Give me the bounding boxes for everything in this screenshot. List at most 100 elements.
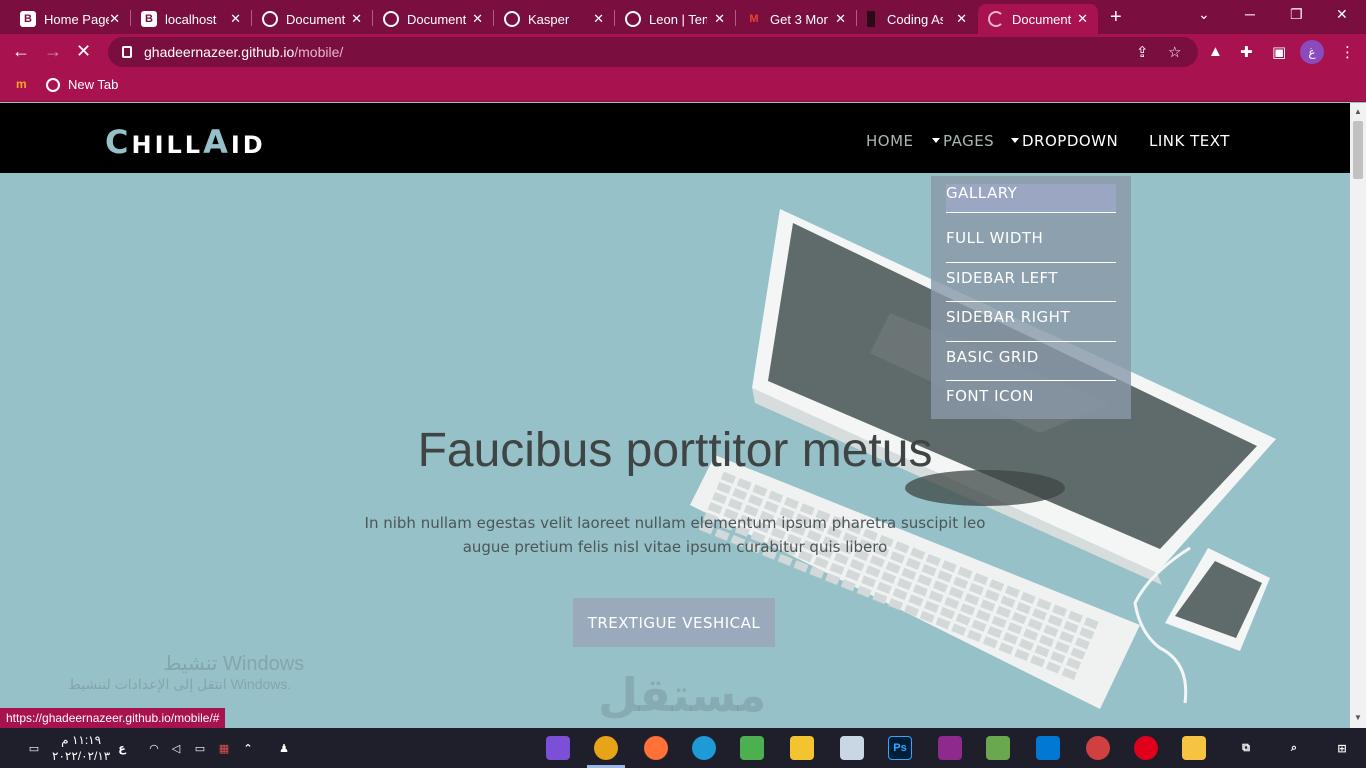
dropdown-item-full-width[interactable]: FULL WIDTH [946,223,1116,263]
volume-icon[interactable]: ◁ [164,736,188,760]
battery-icon[interactable]: ▭ [188,736,212,760]
network-error-icon[interactable]: ▦ [212,736,236,760]
tab-leon[interactable]: Leon | Template ✕ [615,4,735,34]
tab-title: Document [407,11,467,27]
nav-home[interactable]: HOME [866,132,914,150]
web-page: CHILLAID HOME PAGES DROPDOWN LINK TEXT G… [0,103,1350,728]
new-tab-button[interactable]: + [1110,6,1122,29]
side-panel-icon[interactable]: ▣ [1272,43,1286,61]
app-icon-2[interactable] [1086,736,1110,760]
tab-kasper[interactable]: Kasper ✕ [494,4,614,34]
share-icon[interactable]: ⇪ [1136,43,1149,61]
globe-icon [262,11,278,27]
photoshop-icon[interactable]: Ps [888,736,912,760]
dropdown-item-sidebar-right[interactable]: SIDEBAR RIGHT [946,302,1116,342]
tab-search-icon[interactable]: ⌄ [1198,6,1210,23]
forward-icon[interactable]: → [44,41,62,62]
close-icon[interactable]: ✕ [835,11,846,27]
language-indicator[interactable]: ع [110,736,134,760]
tab-localhost[interactable]: B localhost ✕ [131,4,251,34]
dropdown-item-basic-grid[interactable]: BASIC GRID [946,342,1116,381]
tab-document-active[interactable]: Document ✕ [978,4,1098,34]
notepad-icon[interactable] [986,736,1010,760]
vscode-icon[interactable] [1036,736,1060,760]
profile-avatar[interactable]: غ [1300,40,1324,64]
edge-icon[interactable] [692,736,716,760]
tab-document-2[interactable]: Document ✕ [373,4,493,34]
tab-home-page[interactable]: B Home Page ✕ [10,4,130,34]
app-icon[interactable] [740,736,764,760]
bootstrap-icon: B [20,11,36,27]
site-logo[interactable]: CHILLAID [105,123,266,161]
close-icon[interactable]: ✕ [714,11,725,27]
brave-icon[interactable]: ▲ [1208,43,1223,60]
nav-link-text[interactable]: LINK TEXT [1149,132,1230,150]
close-icon[interactable]: ✕ [472,11,483,27]
notification-icon[interactable]: ▭ [22,736,46,760]
hero-title: Faucibus porttitor metus [417,424,933,477]
taskbar-clock[interactable]: ١١:١٩ م ٢٠٢٢/٠٢/١٣ [52,732,110,764]
bookmark-new-tab[interactable]: New Tab [46,77,118,92]
search-icon[interactable]: ⌕ [1282,736,1306,760]
close-icon[interactable]: ✕ [1077,11,1088,27]
image-viewer-icon[interactable] [840,736,864,760]
bookmark-star-icon[interactable]: ☆ [1168,43,1181,61]
tab-title: Leon | Template [649,11,707,27]
scrollbar-thumb[interactable] [1353,121,1363,179]
file-explorer-icon[interactable] [1182,736,1206,760]
task-view-icon[interactable]: ⧉ [1234,736,1258,760]
scroll-up-icon[interactable]: ▲ [1354,107,1362,116]
tab-title: Coding Assignment [887,11,943,27]
tab-title: localhost [165,11,217,27]
menu-icon[interactable]: ⋮ [1340,43,1355,61]
tab-title: Document [286,11,346,27]
close-icon[interactable]: ✕ [230,11,241,27]
minimize-icon[interactable]: ─ [1245,6,1255,22]
tab-coding[interactable]: Coding Assignment ✕ [857,4,977,34]
close-icon[interactable]: ✕ [109,11,120,27]
opera-icon[interactable] [1134,736,1158,760]
mostaql-watermark: مستقل [598,668,767,722]
tab-title: Get 3 Months [770,11,828,27]
wifi-icon[interactable]: ◠ [142,736,166,760]
dropdown-item-sidebar-left[interactable]: SIDEBAR LEFT [946,263,1116,302]
address-bar[interactable]: ghadeernazeer.github.io /mobile/ [108,37,1198,67]
winrar-icon[interactable] [938,736,962,760]
close-icon[interactable]: ✕ [956,11,967,27]
globe-icon [383,11,399,27]
show-hidden-icons-chevron[interactable]: ⌃ [236,736,260,760]
close-window-icon[interactable]: ✕ [1336,6,1348,23]
hero-cta-button[interactable]: TREXTIGUE VESHICAL [573,598,775,647]
tab-title: Kasper [528,11,570,27]
people-icon[interactable]: ♟ [272,736,296,760]
bootstrap-icon: B [141,11,157,27]
visual-studio-icon[interactable] [546,736,570,760]
tab-title: Document [1012,11,1072,27]
nav-dropdown[interactable]: DROPDOWN [1011,132,1118,150]
firefox-icon[interactable] [644,736,668,760]
tools-icon[interactable] [790,736,814,760]
gmail-icon: M [749,13,759,25]
tab-document-1[interactable]: Document ✕ [252,4,372,34]
back-icon[interactable]: ← [12,41,30,62]
bookmarks-bar: m New Tab [0,70,1366,102]
page-scrollbar[interactable]: ▲ ▼ [1350,103,1366,728]
dropdown-item-gallary[interactable]: GALLARY [946,184,1116,213]
scroll-down-icon[interactable]: ▼ [1354,713,1362,722]
chrome-icon[interactable] [594,736,618,760]
windows-start-icon[interactable]: ⊞ [1330,736,1354,760]
dropdown-item-font-icon[interactable]: FONT ICON [946,381,1116,421]
close-icon[interactable]: ✕ [351,11,362,27]
globe-icon [504,11,520,27]
close-icon[interactable]: ✕ [593,11,604,27]
tab-gmail[interactable]: M Get 3 Months ✕ [736,4,856,34]
stop-loading-icon[interactable]: ✕ [76,41,91,62]
caret-down-icon [932,138,940,143]
extensions-icon[interactable]: ✚ [1240,43,1253,61]
tab-title: Home Page [44,11,110,27]
hero-text: In nibh nullam egestas velit laoreet nul… [364,514,986,556]
bookmark-mostaql[interactable]: m [16,77,27,91]
restore-icon[interactable]: ❐ [1290,6,1303,23]
link-status-bar: https://ghadeernazeer.github.io/mobile/# [0,708,226,728]
nav-pages[interactable]: PAGES [932,132,994,150]
